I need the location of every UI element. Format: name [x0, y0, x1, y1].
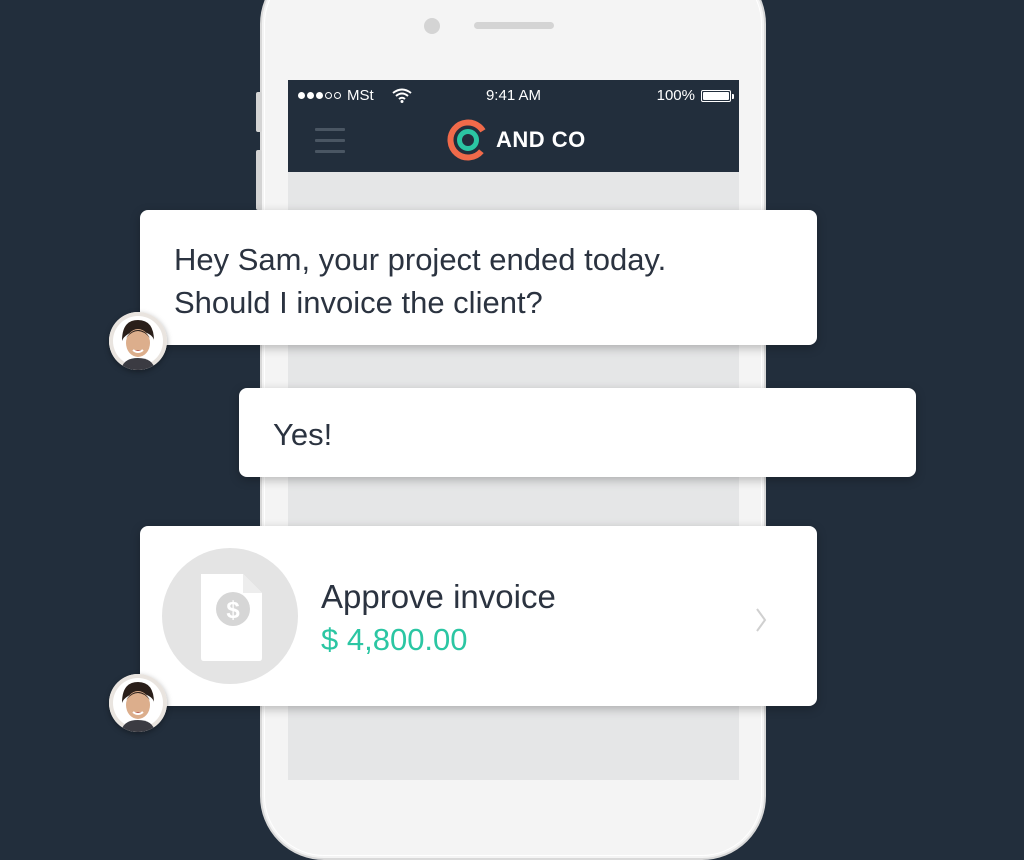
- avatar: [109, 312, 167, 370]
- battery-indicator: 100%: [656, 87, 734, 104]
- avatar-icon: [109, 312, 167, 370]
- invoice-title: Approve invoice: [321, 578, 556, 615]
- phone-speaker: [474, 22, 554, 29]
- message-text: Yes!: [273, 417, 333, 452]
- brand-logo: AND CO: [446, 118, 586, 162]
- brand-name: AND CO: [496, 127, 586, 152]
- invoice-amount: $ 4,800.00: [321, 622, 468, 657]
- svg-text:$: $: [226, 597, 240, 624]
- avatar-icon: [109, 674, 167, 732]
- chat-bubble-assistant: Hey Sam, your project ended today. Shoul…: [140, 210, 817, 345]
- invoice-icon-container: $: [162, 548, 298, 684]
- phone-side-button: [256, 92, 262, 132]
- status-bar: MSt 9:41 AM 100%: [288, 80, 739, 110]
- phone-camera: [424, 18, 440, 34]
- phone-side-button: [256, 150, 262, 210]
- battery-percent: 100%: [656, 87, 695, 104]
- chat-bubble-user: Yes!: [239, 388, 916, 477]
- app-header: MSt 9:41 AM 100% AND CO: [288, 80, 739, 172]
- invoice-dollar-icon: $: [201, 574, 262, 661]
- battery-icon: [701, 89, 734, 102]
- approve-invoice-card[interactable]: $ Approve invoice $ 4,800.00: [140, 526, 817, 706]
- chevron-right-icon[interactable]: [753, 606, 769, 634]
- message-text: Hey Sam, your project ended today. Shoul…: [174, 242, 667, 320]
- hamburger-icon[interactable]: [315, 128, 345, 154]
- and-co-logo-icon: [447, 119, 489, 161]
- avatar: [109, 674, 167, 732]
